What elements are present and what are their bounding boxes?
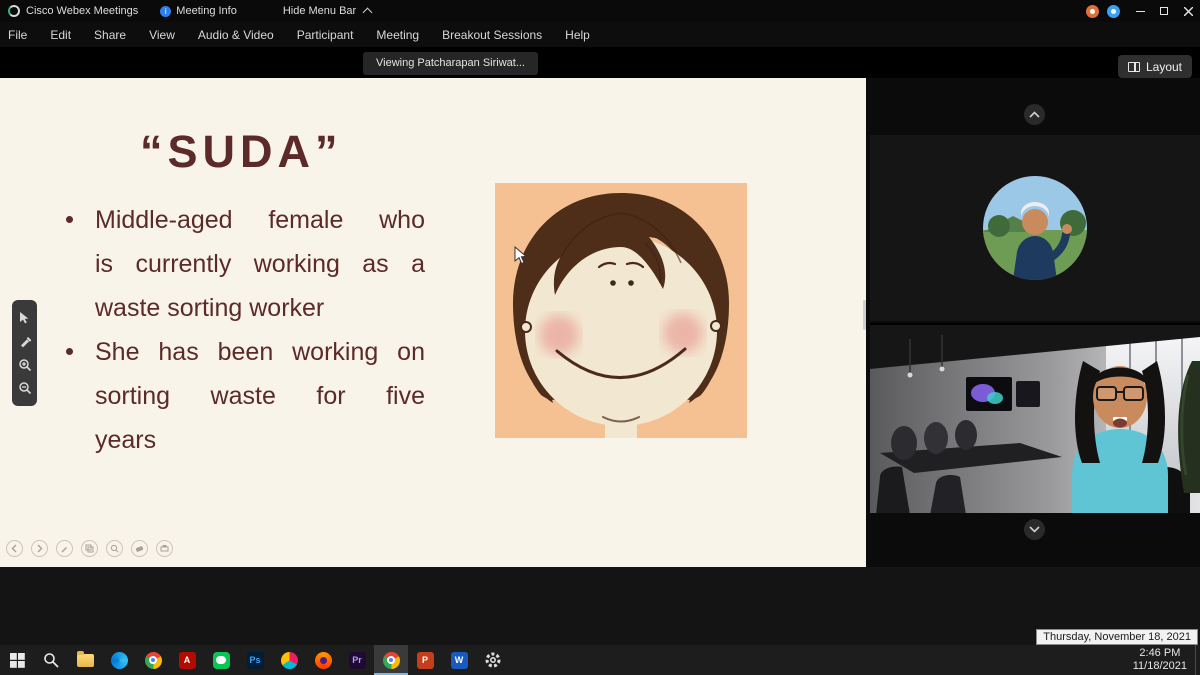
taskbar-search-button[interactable] (34, 645, 68, 675)
pen-icon[interactable] (56, 540, 73, 557)
file-explorer-icon[interactable] (68, 645, 102, 675)
chrome-active-icon[interactable] (374, 645, 408, 675)
powerpoint-icon[interactable]: P (408, 645, 442, 675)
bullet-line: is currently working as a (95, 242, 425, 286)
menu-help[interactable]: Help (565, 28, 590, 42)
participant-avatar (983, 176, 1087, 280)
bullet-dot (66, 348, 73, 355)
chrome-icon[interactable] (136, 645, 170, 675)
settings-icon[interactable] (476, 645, 510, 675)
taskbar-clock[interactable]: 2:46 PM 11/18/2021 (1133, 647, 1195, 673)
webex-logo-icon (8, 5, 20, 17)
windows-logo-icon (10, 653, 25, 668)
participants-video-panel (866, 78, 1200, 567)
chevron-down-icon (1029, 526, 1040, 533)
next-slide-icon[interactable] (31, 540, 48, 557)
acrobat-reader-icon[interactable]: A (170, 645, 204, 675)
print-icon[interactable] (156, 540, 173, 557)
date-tooltip: Thursday, November 18, 2021 (1036, 629, 1198, 645)
paint-icon[interactable] (272, 645, 306, 675)
start-button[interactable] (0, 645, 34, 675)
slide-nav-controls (6, 540, 173, 557)
window-titlebar: Cisco Webex Meetings i Meeting Info Hide… (0, 0, 1200, 22)
minimize-button[interactable] (1128, 0, 1152, 22)
bullet-line: She has been working on (95, 330, 425, 374)
menu-file[interactable]: File (8, 28, 27, 42)
close-button[interactable] (1176, 0, 1200, 22)
shared-presentation: “SUDA” Middle-aged female who is current… (0, 78, 866, 567)
woman-face-illustration (495, 183, 747, 438)
eraser-icon[interactable] (131, 540, 148, 557)
meeting-info-icon[interactable]: i (160, 6, 171, 17)
search-icon (43, 652, 59, 668)
pointer-tool-icon[interactable] (17, 310, 32, 325)
slide-title: “SUDA” (140, 126, 343, 178)
status-icon-orange[interactable] (1086, 5, 1099, 18)
show-desktop-button[interactable] (1195, 645, 1200, 675)
viewing-toast: Viewing Patcharapan Siriwat... (363, 52, 538, 75)
clock-time: 2:46 PM (1133, 647, 1187, 660)
previous-slide-icon[interactable] (6, 540, 23, 557)
copy-icon[interactable] (81, 540, 98, 557)
layout-button[interactable]: Layout (1118, 55, 1192, 78)
webex-window: Cisco Webex Meetings i Meeting Info Hide… (0, 0, 1200, 675)
layout-icon (1128, 62, 1140, 72)
participant-video-thumbnail[interactable] (870, 135, 1200, 321)
bullet-line: years (95, 418, 425, 462)
line-icon[interactable] (204, 645, 238, 675)
clock-date: 11/18/2021 (1133, 660, 1187, 673)
scroll-videos-up-button[interactable] (1024, 104, 1045, 125)
bullet-item: She has been working on sorting waste fo… (95, 330, 425, 462)
pen-tool-icon[interactable] (17, 334, 32, 349)
chevron-up-icon[interactable] (363, 8, 373, 18)
zoom-out-icon[interactable] (17, 381, 32, 396)
menu-bar: File Edit Share View Audio & Video Parti… (0, 22, 1200, 47)
layout-label: Layout (1146, 60, 1182, 74)
close-icon (1184, 7, 1193, 16)
app-title: Cisco Webex Meetings (26, 5, 138, 17)
window-controls (1086, 0, 1200, 22)
zoom-icon[interactable] (106, 540, 123, 557)
meeting-info-label[interactable]: Meeting Info (176, 5, 237, 17)
maximize-button[interactable] (1152, 0, 1176, 22)
photoshop-icon[interactable]: Ps (238, 645, 272, 675)
scroll-videos-down-button[interactable] (1024, 519, 1045, 540)
chevron-up-icon (1029, 111, 1040, 118)
bullet-line: Middle-aged female who (95, 198, 425, 242)
bullet-line: waste sorting worker (95, 286, 425, 330)
menu-breakout-sessions[interactable]: Breakout Sessions (442, 28, 542, 42)
firefox-icon[interactable] (306, 645, 340, 675)
word-icon[interactable]: W (442, 645, 476, 675)
hide-menu-bar-button[interactable]: Hide Menu Bar (283, 5, 356, 17)
zoom-in-icon[interactable] (17, 357, 32, 372)
menu-view[interactable]: View (149, 28, 175, 42)
mouse-cursor-icon (514, 246, 528, 271)
active-speaker-video[interactable] (870, 323, 1200, 513)
meeting-control-bar: Unmute Start video Share (0, 567, 1200, 645)
gear-icon (484, 651, 502, 669)
menu-audio-video[interactable]: Audio & Video (198, 28, 274, 42)
premiere-pro-icon[interactable]: Pr (340, 645, 374, 675)
bullet-item: Middle-aged female who is currently work… (95, 198, 425, 330)
menu-participant[interactable]: Participant (297, 28, 354, 42)
bullet-line: sorting waste for five (95, 374, 425, 418)
menu-share[interactable]: Share (94, 28, 126, 42)
slide-bullets: Middle-aged female who is currently work… (95, 198, 425, 462)
bullet-dot (66, 216, 73, 223)
annotation-toolbar (12, 300, 37, 406)
menu-edit[interactable]: Edit (50, 28, 71, 42)
edge-icon[interactable] (102, 645, 136, 675)
status-icon-blue[interactable] (1107, 5, 1120, 18)
windows-taskbar: A Ps Pr P W 2:46 PM 11/18/2021 (0, 645, 1200, 675)
menu-meeting[interactable]: Meeting (376, 28, 419, 42)
